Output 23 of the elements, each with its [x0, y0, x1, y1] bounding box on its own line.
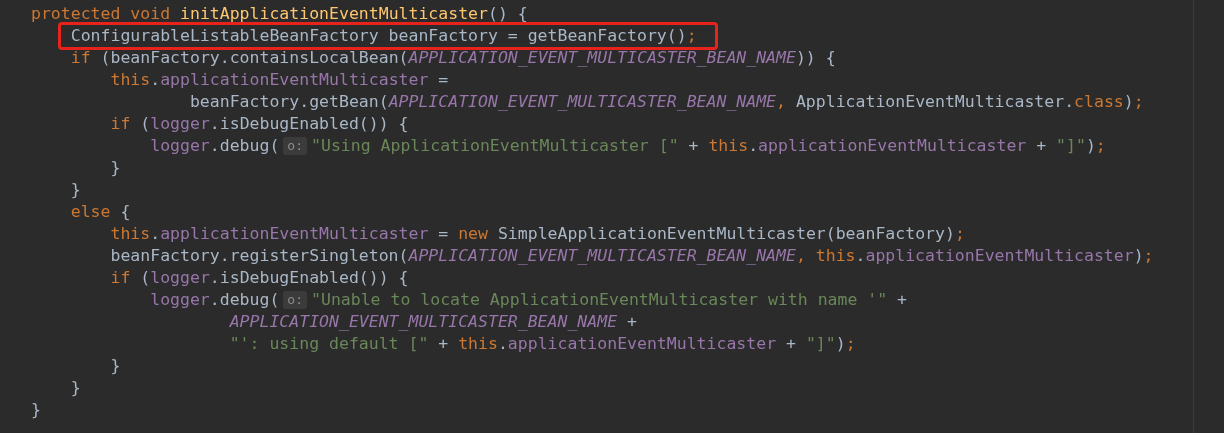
code-text: }: [70, 377, 81, 399]
code-text: ConfigurableListableBeanFactory beanFactory = getBeanFactory();: [70, 25, 697, 47]
code-text: if (logger.isDebugEnabled()) {: [110, 267, 409, 289]
parameter-hint: o:: [283, 291, 307, 309]
code-text: beanFactory.getBean(APPLICATION_EVENT_MULTICASTER_BEAN_NAME, ApplicationEventMulticaster.class);: [189, 91, 1144, 113]
code-text: logger.debug(: [150, 289, 280, 311]
code-text: APPLICATION_EVENT_MULTICASTER_BEAN_NAME +: [229, 311, 637, 333]
code-text: this.applicationEventMulticaster =: [110, 69, 449, 91]
code-text: "': using default [" + this.applicationEventMulticaster + "]");: [229, 333, 856, 355]
code-text: protected void initApplicationEventMulticaster() {: [31, 3, 528, 25]
code-text: }: [110, 355, 121, 377]
code-text: beanFactory.registerSingleton(APPLICATION_EVENT_MULTICASTER_BEAN_NAME, this.applicationEventMulticaster);: [110, 245, 1154, 267]
code-text: this.applicationEventMulticaster = new SimpleApplicationEventMulticaster(beanFactory);: [110, 223, 965, 245]
code-text: else {: [70, 201, 131, 223]
code-text: }: [70, 179, 81, 201]
code-text: }: [110, 157, 121, 179]
code-text: if (logger.isDebugEnabled()) {: [110, 113, 409, 135]
code-text: "Unable to locate ApplicationEventMulticaster with name '" +: [311, 289, 908, 311]
parameter-hint: o:: [283, 137, 307, 155]
code-text: logger.debug(: [150, 135, 280, 157]
code-text: if (beanFactory.containsLocalBean(APPLICATION_EVENT_MULTICASTER_BEAN_NAME)) {: [70, 47, 836, 69]
code-text: "Using ApplicationEventMulticaster [" + this.applicationEventMulticaster + "]");: [311, 135, 1106, 157]
code-text: }: [31, 399, 41, 421]
